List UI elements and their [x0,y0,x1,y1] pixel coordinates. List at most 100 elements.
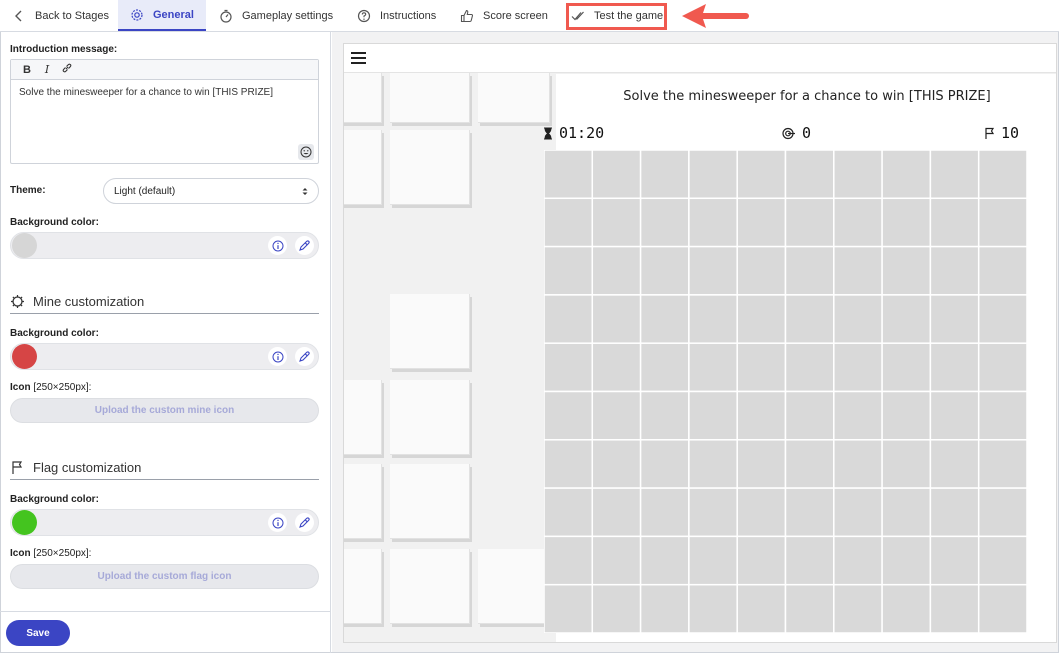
upload-mine-icon-button[interactable]: Upload the custom mine icon [10,398,319,423]
emoji-button[interactable] [298,144,314,160]
grid-cell[interactable] [544,535,594,586]
grid-cell[interactable] [929,294,980,344]
grid-cell[interactable] [639,150,690,200]
info-button[interactable] [268,513,287,532]
grid-cell[interactable] [929,342,980,393]
grid-cell[interactable] [544,150,594,200]
grid-cell[interactable] [591,245,642,296]
grid-cell[interactable] [881,245,932,296]
grid-cell[interactable] [881,487,932,538]
flag-color-swatch[interactable] [12,510,37,535]
grid-cell[interactable] [591,583,642,633]
grid-cell[interactable] [591,439,642,489]
grid-cell[interactable] [639,197,690,248]
grid-cell[interactable] [929,583,980,633]
grid-cell[interactable] [929,535,980,586]
grid-cell[interactable] [833,583,883,633]
bold-button[interactable]: B [17,64,37,76]
background-color-field[interactable] [10,232,319,259]
grid-cell[interactable] [784,342,835,393]
grid-cell[interactable] [784,583,835,633]
grid-cell[interactable] [929,245,980,296]
theme-select[interactable]: Light (default) [103,178,319,204]
grid-cell[interactable] [736,439,787,489]
tab-gameplay-settings[interactable]: Gameplay settings [219,0,333,31]
grid-cell[interactable] [784,197,835,248]
color-picker-button[interactable] [295,513,314,532]
grid-cell[interactable] [544,294,594,344]
grid-cell[interactable] [881,439,932,489]
grid-cell[interactable] [929,197,980,248]
grid-cell[interactable] [736,150,787,200]
grid-cell[interactable] [639,487,690,538]
grid-cell[interactable] [736,197,787,248]
grid-cell[interactable] [977,342,1027,393]
background-color-swatch[interactable] [12,233,37,258]
grid-cell[interactable] [833,294,883,344]
grid-cell[interactable] [736,487,787,538]
grid-cell[interactable] [688,294,738,344]
grid-cell[interactable] [544,439,594,489]
link-button[interactable] [57,62,77,77]
grid-cell[interactable] [977,245,1027,296]
color-picker-button[interactable] [295,347,314,366]
grid-cell[interactable] [591,294,642,344]
grid-cell[interactable] [688,390,738,441]
info-button[interactable] [268,347,287,366]
grid-cell[interactable] [639,535,690,586]
grid-cell[interactable] [881,150,932,200]
grid-cell[interactable] [639,583,690,633]
grid-cell[interactable] [784,294,835,344]
grid-cell[interactable] [688,245,738,296]
grid-cell[interactable] [833,535,883,586]
grid-cell[interactable] [591,197,642,248]
color-picker-button[interactable] [295,236,314,255]
intro-message-text[interactable]: Solve the minesweeper for a chance to wi… [11,80,318,105]
grid-cell[interactable] [544,583,594,633]
grid-cell[interactable] [977,487,1027,538]
grid-cell[interactable] [833,439,883,489]
save-button[interactable]: Save [6,620,70,646]
mine-color-swatch[interactable] [12,344,37,369]
grid-cell[interactable] [881,342,932,393]
grid-cell[interactable] [591,342,642,393]
tab-score-screen[interactable]: Score screen [460,0,548,31]
grid-cell[interactable] [784,390,835,441]
grid-cell[interactable] [977,390,1027,441]
tab-general[interactable]: General [118,0,206,31]
grid-cell[interactable] [833,245,883,296]
grid-cells[interactable] [544,150,1027,633]
grid-cell[interactable] [881,583,932,633]
grid-cell[interactable] [977,294,1027,344]
grid-cell[interactable] [929,487,980,538]
grid-cell[interactable] [639,439,690,489]
grid-cell[interactable] [833,150,883,200]
minesweeper-grid[interactable] [544,150,1027,633]
grid-cell[interactable] [977,535,1027,586]
grid-cell[interactable] [833,342,883,393]
grid-cell[interactable] [784,150,835,200]
tab-instructions[interactable]: Instructions [357,0,436,31]
grid-cell[interactable] [591,390,642,441]
grid-cell[interactable] [977,439,1027,489]
grid-cell[interactable] [881,535,932,586]
grid-cell[interactable] [688,487,738,538]
grid-cell[interactable] [977,583,1027,633]
flag-color-field[interactable] [10,509,319,536]
intro-message-editor[interactable]: B I Solve the minesweeper for a chance t… [10,59,319,164]
grid-cell[interactable] [929,439,980,489]
grid-cell[interactable] [881,197,932,248]
hamburger-menu-icon[interactable] [351,52,366,64]
upload-flag-icon-button[interactable]: Upload the custom flag icon [10,564,319,589]
italic-button[interactable]: I [37,63,57,76]
grid-cell[interactable] [544,245,594,296]
grid-cell[interactable] [736,583,787,633]
grid-cell[interactable] [639,294,690,344]
grid-cell[interactable] [881,390,932,441]
grid-cell[interactable] [833,487,883,538]
grid-cell[interactable] [736,390,787,441]
grid-cell[interactable] [544,342,594,393]
grid-cell[interactable] [544,197,594,248]
grid-cell[interactable] [639,390,690,441]
grid-cell[interactable] [833,390,883,441]
